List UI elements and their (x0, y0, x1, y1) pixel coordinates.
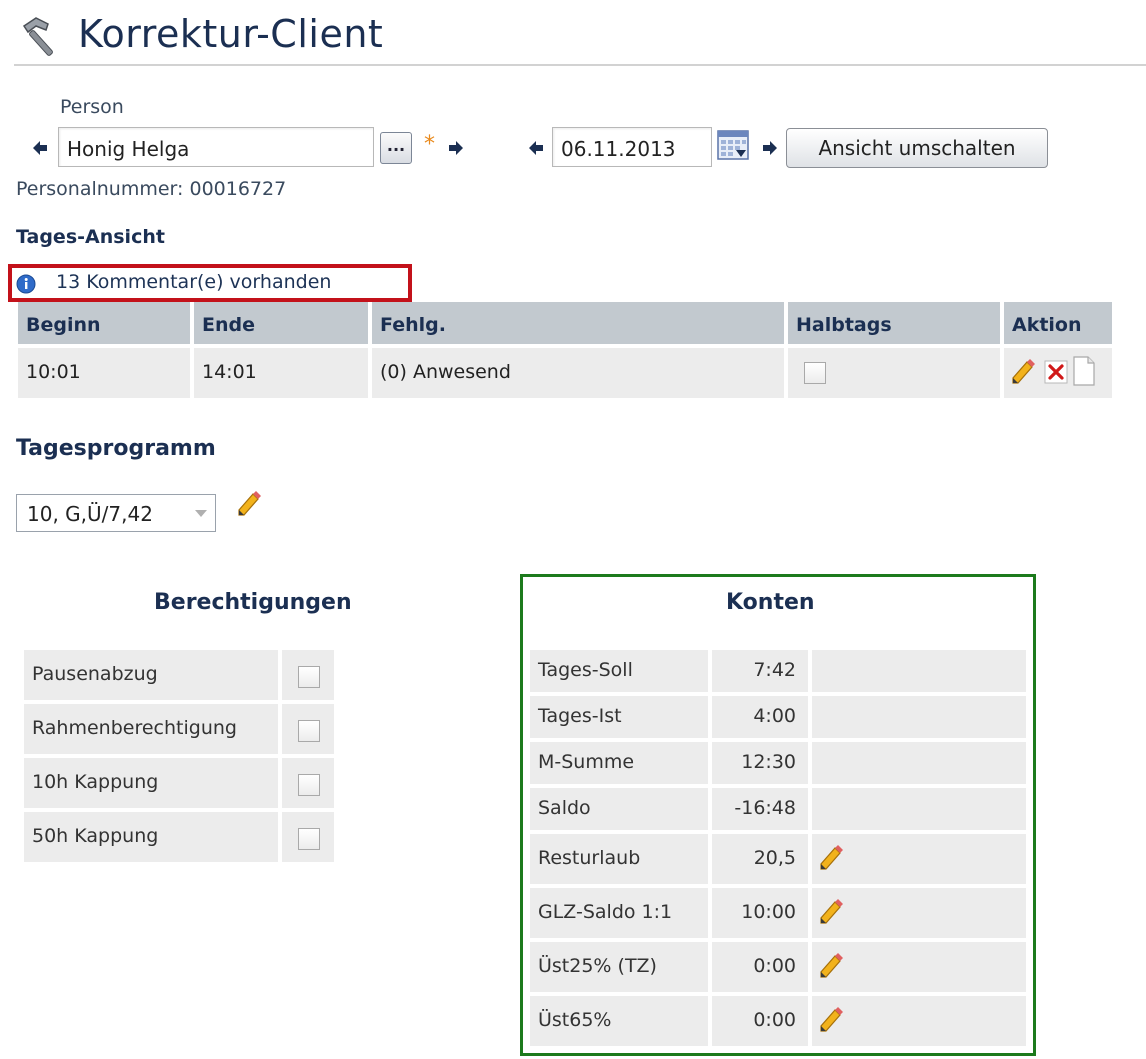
day-view-title: Tages-Ansicht (16, 226, 165, 248)
account-label-saldo: Saldo (530, 788, 708, 830)
account-label-tages-soll: Tages-Soll (530, 650, 708, 692)
edit-pencil-icon[interactable] (818, 844, 846, 872)
account-label-glz-saldo: GLZ-Saldo 1:1 (530, 888, 708, 938)
account-action-cell (812, 696, 1026, 738)
account-label-m-summe: M-Summe (530, 742, 708, 784)
column-header-aktion: Aktion (1004, 302, 1112, 344)
account-label-ust25: Üst25% (TZ) (530, 942, 708, 992)
personnel-number: Personalnummer: 00016727 (16, 178, 287, 200)
halbtags-checkbox[interactable] (804, 362, 826, 384)
permission-label-rahmenberechtigung: Rahmenberechtigung (24, 704, 278, 754)
previous-date-arrow-icon[interactable] (528, 140, 544, 156)
edit-pencil-icon[interactable] (818, 952, 846, 980)
next-person-arrow-icon[interactable] (448, 140, 464, 156)
permissions-title: Berechtigungen (154, 590, 352, 615)
delete-icon[interactable] (1044, 360, 1068, 384)
edit-pencil-icon[interactable] (236, 490, 264, 518)
header-divider (14, 64, 1146, 66)
account-value-tages-ist: 4:00 (712, 696, 808, 738)
account-label-tages-ist: Tages-Ist (530, 696, 708, 738)
permission-cell (282, 758, 334, 808)
column-header-ende: Ende (194, 302, 368, 344)
column-header-beginn: Beginn (18, 302, 190, 344)
account-action-cell (812, 996, 1026, 1046)
accounts-title: Konten (726, 590, 815, 615)
account-label-resturlaub: Resturlaub (530, 834, 708, 884)
permission-checkbox-pausenabzug[interactable] (298, 666, 320, 688)
hammer-icon (22, 17, 53, 56)
account-value-saldo: -16:48 (712, 788, 808, 830)
cell-fehlg: (0) Anwesend (372, 348, 784, 398)
account-value-ust65: 0:00 (712, 996, 808, 1046)
account-action-cell (812, 888, 1026, 938)
account-value-resturlaub: 20,5 (712, 834, 808, 884)
page-title: Korrektur-Client (78, 12, 384, 56)
account-action-cell (812, 742, 1026, 784)
calendar-icon[interactable] (716, 128, 750, 162)
chevron-down-icon (195, 510, 207, 517)
person-name-input[interactable]: Honig Helga (58, 127, 374, 167)
permission-label-50h-kappung: 50h Kappung (24, 812, 278, 862)
required-marker: * (424, 132, 435, 157)
comment-notice-link[interactable]: 13 Kommentar(e) vorhanden (56, 271, 331, 293)
permission-cell (282, 812, 334, 862)
permission-label-pausenabzug: Pausenabzug (24, 650, 278, 700)
edit-pencil-icon[interactable] (1010, 358, 1038, 386)
account-value-glz-saldo: 10:00 (712, 888, 808, 938)
day-program-select[interactable]: 10, G,Ü/7,42 (16, 494, 216, 532)
account-value-m-summe: 12:30 (712, 742, 808, 784)
cell-ende: 14:01 (194, 348, 368, 398)
date-input[interactable]: 06.11.2013 (552, 127, 712, 167)
column-header-fehlg: Fehlg. (372, 302, 784, 344)
previous-person-arrow-icon[interactable] (32, 140, 48, 156)
day-program-title: Tagesprogramm (16, 436, 216, 461)
account-value-ust25: 0:00 (712, 942, 808, 992)
new-document-icon[interactable] (1072, 356, 1096, 386)
account-label-ust65: Üst65% (530, 996, 708, 1046)
cell-beginn: 10:01 (18, 348, 190, 398)
cell-halbtags (788, 348, 1000, 398)
person-label: Person (60, 96, 124, 118)
edit-pencil-icon[interactable] (818, 1006, 846, 1034)
account-action-cell (812, 942, 1026, 992)
person-lookup-button[interactable]: ... (380, 132, 412, 164)
day-program-selected-value: 10, G,Ü/7,42 (27, 502, 153, 526)
account-action-cell (812, 788, 1026, 830)
cell-aktion (1004, 348, 1112, 398)
permission-label-10h-kappung: 10h Kappung (24, 758, 278, 808)
account-action-cell (812, 834, 1026, 884)
permission-cell (282, 650, 334, 700)
info-icon (16, 274, 36, 294)
next-date-arrow-icon[interactable] (762, 140, 778, 156)
account-value-tages-soll: 7:42 (712, 650, 808, 692)
account-action-cell (812, 650, 1026, 692)
permission-checkbox-rahmenberechtigung[interactable] (298, 720, 320, 742)
permission-checkbox-50h-kappung[interactable] (298, 828, 320, 850)
edit-pencil-icon[interactable] (818, 898, 846, 926)
toggle-view-button[interactable]: Ansicht umschalten (786, 128, 1048, 168)
column-header-halbtags: Halbtags (788, 302, 1000, 344)
permission-cell (282, 704, 334, 754)
permission-checkbox-10h-kappung[interactable] (298, 774, 320, 796)
